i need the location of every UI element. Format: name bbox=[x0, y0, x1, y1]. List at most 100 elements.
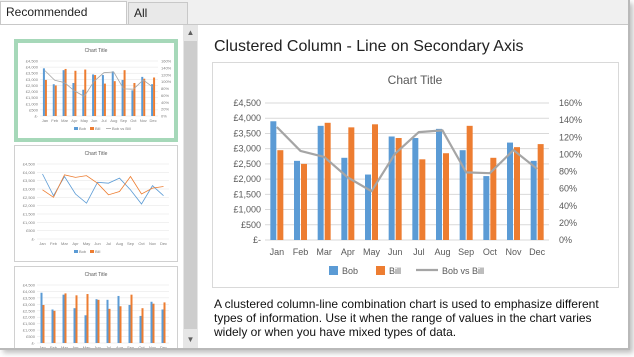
thumbnail-legend-label: Bob bbox=[79, 126, 87, 131]
thumbnail-bar-bill bbox=[64, 293, 67, 343]
thumbnail-bar-bill bbox=[86, 294, 89, 343]
thumbnail-y-tick: £- bbox=[34, 114, 38, 119]
thumbnail-y2-tick: 20% bbox=[161, 107, 169, 112]
thumbnail-bar-bill bbox=[103, 83, 106, 116]
y2-tick-label: 80% bbox=[559, 167, 577, 177]
thumbnail-y-tick: £4,500 bbox=[23, 283, 36, 288]
thumbnail-y-tick: £2,500 bbox=[23, 308, 36, 313]
bar-bob bbox=[317, 125, 324, 240]
thumbnail-y-tick: £- bbox=[31, 341, 35, 346]
thumbnail-bar-bill bbox=[44, 79, 47, 116]
thumbnail-clustered-column-line[interactable]: Chart Title £4,500 £4,000 £3,500 £3,000 £2,50… bbox=[14, 39, 178, 142]
thumbnail-line-chart[interactable]: Chart Title £4,500 £4,000 £3,500 £3,000 £2,50… bbox=[14, 145, 178, 262]
thumbnail-x-tick: Feb bbox=[51, 118, 59, 123]
thumbnail-y-tick: £1,500 bbox=[26, 95, 39, 100]
x-tick-label: Jul bbox=[413, 247, 425, 257]
thumbnail-y-tick: £3,500 bbox=[26, 71, 39, 76]
thumbnail-x-tick: Jan bbox=[39, 241, 45, 246]
thumbnail-x-tick: Oct bbox=[138, 345, 145, 348]
bar-bob bbox=[365, 174, 371, 240]
thumbnail-ratio-line bbox=[44, 70, 154, 97]
line-bob-vs-bill bbox=[276, 126, 538, 193]
y2-tick-label: 160% bbox=[559, 98, 582, 108]
x-tick-label: Feb bbox=[293, 247, 309, 257]
thumbnail-y2-tick: 0% bbox=[161, 114, 167, 119]
thumbnail-y2-tick: 60% bbox=[161, 93, 169, 98]
bar-bob bbox=[507, 142, 513, 240]
thumbnail-x-tick: Jun bbox=[91, 118, 97, 123]
thumbnail-x-tick: Apr bbox=[72, 345, 79, 348]
bar-bill bbox=[537, 144, 544, 240]
thumbnail-clustered-column[interactable]: Chart Title £4,500 £4,000 £3,500 £3,000 £2,50… bbox=[14, 266, 178, 348]
thumbnail-y2-tick: 160% bbox=[161, 59, 172, 64]
tab-all-charts[interactable]: All Charts bbox=[128, 2, 188, 41]
y-tick-label: £1,000 bbox=[233, 205, 261, 215]
bar-bob bbox=[294, 160, 300, 240]
thumbnail-bar-bob bbox=[117, 295, 120, 343]
thumbnail-x-tick: Dec bbox=[160, 241, 167, 246]
thumbnail-title: Chart Title bbox=[85, 272, 108, 278]
y2-tick-label: 60% bbox=[559, 184, 577, 194]
x-tick-label: Apr bbox=[341, 247, 355, 257]
x-tick-label: Jun bbox=[388, 247, 403, 257]
tab-recommended-charts[interactable]: Recommended Charts bbox=[0, 1, 127, 40]
thumbnail-legend-bob bbox=[74, 250, 78, 253]
thumbnail-bar-bob bbox=[106, 299, 109, 343]
thumbnail-x-tick: Jul bbox=[106, 241, 111, 246]
thumbnail-y-tick: £500 bbox=[26, 228, 36, 233]
x-tick-label: Sep bbox=[458, 247, 474, 257]
thumbnail-x-tick: Sep bbox=[127, 345, 135, 348]
thumbnail-y-tick: £- bbox=[31, 237, 35, 242]
thumbnail-bar-bob bbox=[42, 68, 45, 116]
thumbnail-bar-bob bbox=[128, 304, 131, 343]
thumbnail-bar-bob bbox=[72, 83, 75, 116]
thumbnail-legend-label: Bill bbox=[95, 249, 100, 254]
bar-bob bbox=[388, 136, 395, 240]
thumbnail-bar-bill bbox=[42, 304, 45, 343]
legend-label-bob: Bob bbox=[342, 266, 358, 276]
thumbnail-x-tick: Feb bbox=[50, 241, 58, 246]
thumbnail-y-tick: £1,500 bbox=[23, 321, 36, 326]
scroll-up-arrow-icon[interactable]: ▲ bbox=[183, 26, 198, 40]
scroll-down-arrow-icon[interactable]: ▼ bbox=[183, 333, 198, 347]
thumbnail-chart: Chart Title£4,500£4,000£3,500£3,000£2,50… bbox=[23, 272, 169, 348]
bar-bill bbox=[324, 122, 331, 240]
thumbnail-legend-bob bbox=[74, 127, 78, 130]
thumbnail-bar-bob bbox=[84, 315, 87, 343]
thumbnail-scrollbar[interactable]: ▲ ▼ bbox=[183, 25, 198, 348]
bar-bill bbox=[348, 127, 355, 240]
chart-title: Chart Title bbox=[388, 73, 443, 87]
thumbnail-y-tick: £500 bbox=[26, 334, 36, 339]
thumbnail-x-tick: Aug bbox=[116, 241, 123, 246]
thumbnail-bar-bob bbox=[92, 74, 95, 116]
tab-bar: Recommended Charts All Charts bbox=[0, 0, 628, 41]
thumbnail-y-tick: £2,000 bbox=[26, 89, 39, 94]
recommended-chart-list: Chart Title £4,500 £4,000 £3,500 £3,000 £2,50… bbox=[0, 25, 200, 348]
bar-bob bbox=[270, 121, 277, 240]
thumbnail-x-tick: Aug bbox=[116, 345, 123, 348]
thumbnail-bar-bob bbox=[151, 84, 154, 116]
thumbnail-bar-bob bbox=[101, 75, 104, 116]
thumbnail-x-tick: Jul bbox=[106, 345, 111, 348]
thumbnail-y-tick: £4,000 bbox=[26, 65, 39, 70]
thumbnail-bar-bill bbox=[141, 308, 144, 343]
thumbnail-bar-bill bbox=[113, 81, 116, 116]
chart-dialog: Recommended Charts All Charts Chart Titl… bbox=[0, 0, 630, 350]
legend-label-bill: Bill bbox=[389, 266, 401, 276]
bar-bill bbox=[277, 150, 284, 240]
thumbnail-x-tick: May bbox=[80, 118, 88, 123]
bar-bob bbox=[436, 128, 442, 240]
thumbnail-y-tick: £4,000 bbox=[23, 289, 36, 294]
thumbnail-bar-bob bbox=[161, 309, 164, 343]
thumbnail-bar-bill bbox=[97, 299, 100, 343]
thumbnail-legend-bill bbox=[90, 250, 94, 253]
thumbnail-bar-bill bbox=[123, 70, 126, 116]
thumbnail-x-tick: Apr bbox=[72, 241, 79, 246]
scroll-thumb[interactable] bbox=[184, 41, 197, 329]
thumbnail-y-tick: £500 bbox=[29, 107, 39, 112]
thumbnail-x-tick: Apr bbox=[71, 118, 78, 123]
thumbnail-bar-bill bbox=[108, 308, 111, 343]
thumbnail-chart: Chart Title£4,500£4,000£3,500£3,000£2,50… bbox=[23, 151, 169, 254]
thumbnail-title: Chart Title bbox=[85, 151, 108, 157]
thumbnail-y-tick: £1,000 bbox=[23, 220, 36, 225]
